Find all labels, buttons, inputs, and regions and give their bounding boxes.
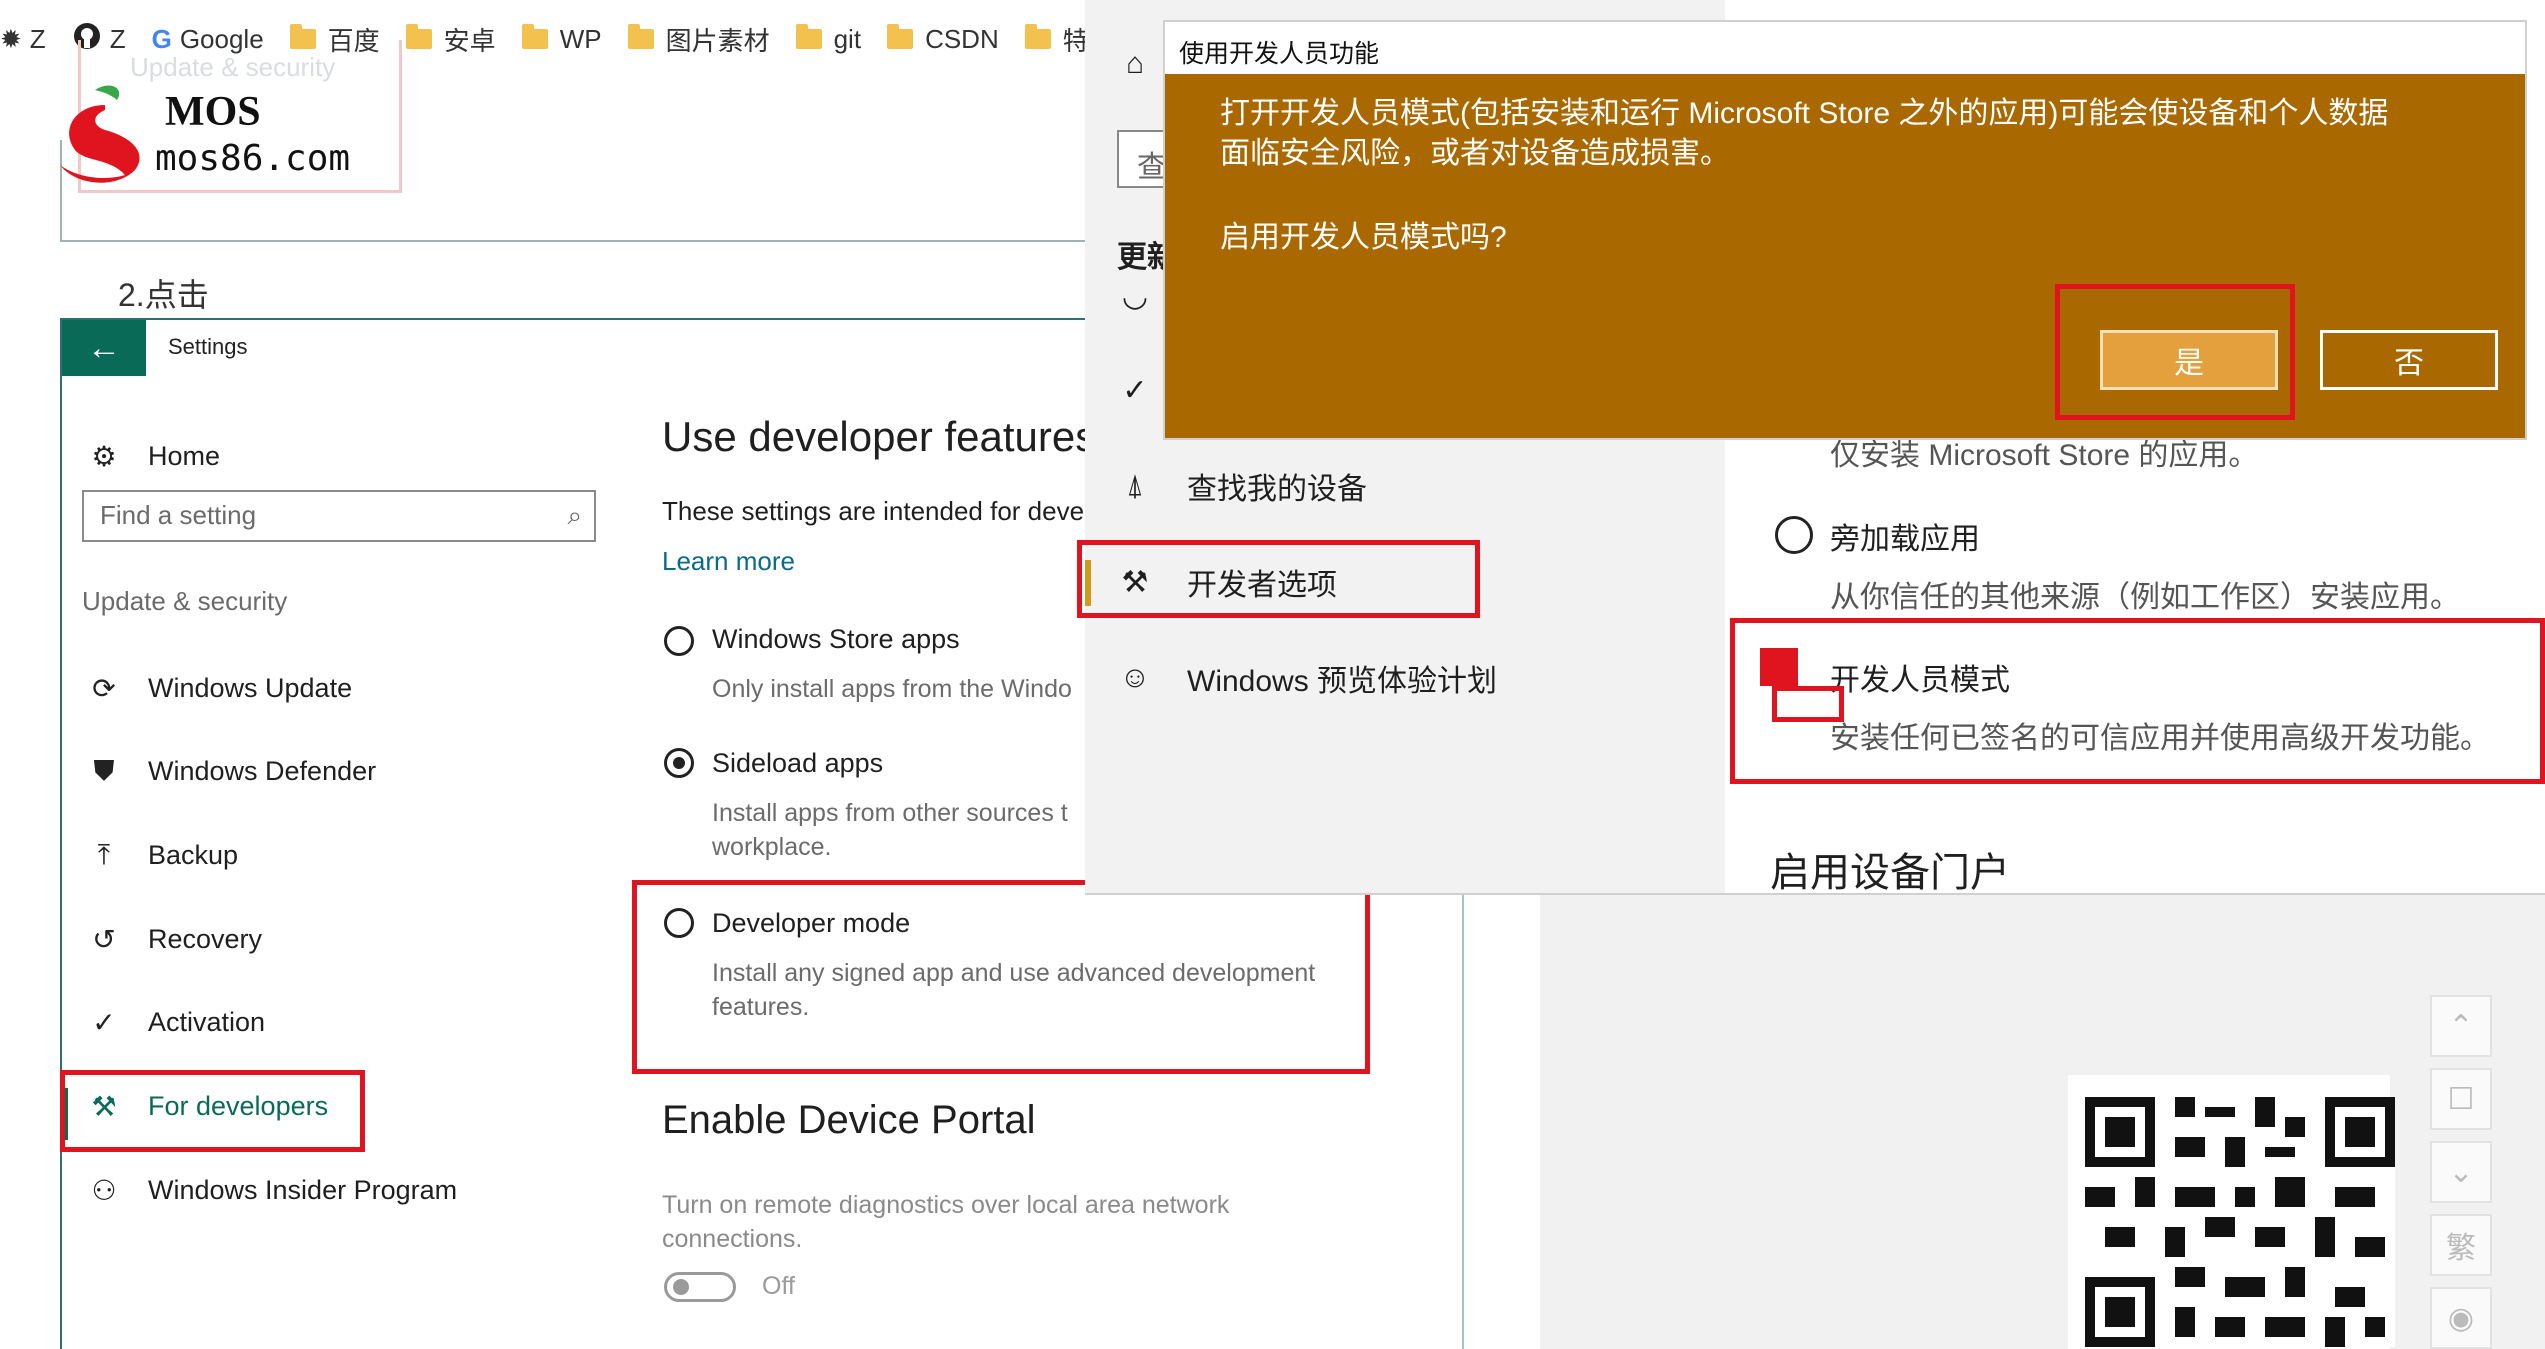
radio-sideload-zh[interactable] — [1775, 516, 1813, 554]
bookmark-wp[interactable]: WP — [521, 24, 602, 55]
developer-mode-dialog: 使用开发人员功能 打开开发人员模式(包括安装和运行 Microsoft Stor… — [1163, 20, 2527, 440]
folder-icon — [887, 24, 914, 49]
device-portal-heading: Enable Device Portal — [662, 1098, 1036, 1142]
folder-icon — [405, 24, 432, 49]
insider-cat-icon: ☺ — [1119, 661, 1151, 694]
back-arrow-icon: ← — [87, 328, 121, 367]
dialog-title: 使用开发人员功能 — [1165, 22, 2525, 74]
history-icon: ↺ — [92, 923, 116, 955]
page-description: These settings are intended for deve — [662, 496, 1085, 526]
radio-sideload-apps[interactable] — [664, 748, 694, 778]
option-sideload-desc-zh: 从你信任的其他来源（例如工作区）安装应用。 — [1830, 581, 2460, 614]
folder-icon — [795, 24, 822, 49]
learn-more-link[interactable]: Learn more — [662, 546, 795, 577]
bookmark-effects[interactable]: 特效 — [1024, 21, 1085, 58]
person-icon: ⚇ — [91, 1174, 117, 1206]
traditional-chinese-button[interactable]: 繁 — [2430, 1214, 2492, 1276]
search-icon: ⌕ — [567, 500, 582, 530]
option-sideload-zh: 旁加载应用 — [1830, 523, 1980, 556]
option-sideload-desc-2: workplace. — [712, 833, 832, 861]
step-label: 2.点击 — [118, 277, 209, 313]
gear-icon: ✹ — [0, 23, 22, 54]
clock-icon: ◡ — [1121, 279, 1149, 313]
search-input[interactable]: Find a setting ⌕ — [82, 490, 596, 542]
highlight-for-developers — [60, 1070, 365, 1152]
home-icon: ⌂ — [1125, 47, 1145, 80]
comment-icon: ☐ — [2447, 1082, 2475, 1116]
option-store-apps: Windows Store apps — [712, 624, 960, 654]
dialog-question: 启用开发人员模式吗? — [1220, 221, 1507, 254]
bookmark-android[interactable]: 安卓 — [405, 21, 496, 58]
shield-icon: ⛊ — [93, 754, 115, 786]
nav-activation[interactable]: ✓ Activation — [84, 1002, 265, 1042]
no-button[interactable]: 否 — [2320, 330, 2498, 390]
nav-insider-zh[interactable]: ☺ Windows 预览体验计划 — [1115, 656, 1497, 700]
gear-icon: ⚙ — [91, 440, 117, 472]
back-button[interactable]: ← — [62, 320, 146, 376]
radio-store-apps[interactable] — [664, 626, 694, 656]
highlight-developer-mode — [632, 880, 1370, 1074]
page-heading: Use developer features — [662, 413, 1097, 460]
folder-icon — [627, 24, 654, 49]
chevron-up-icon: ⌃ — [2448, 1009, 2474, 1043]
highlight-radio-zh — [1772, 686, 1844, 722]
highlight-developer-mode-zh — [1730, 618, 2545, 784]
window-title: Settings — [168, 334, 248, 359]
comment-button[interactable]: ☐ — [2430, 1068, 2492, 1130]
nav-windows-update[interactable]: ⟳ Windows Update — [84, 668, 352, 708]
option-store-apps-desc: Only install apps from the Windo — [712, 675, 1072, 703]
nav-insider-program[interactable]: ⚇ Windows Insider Program — [84, 1170, 457, 1210]
folder-icon — [1024, 24, 1051, 49]
nav-find-device[interactable]: ⍋ 查找我的设备 — [1115, 464, 1367, 508]
scroll-down-button[interactable]: ⌄ — [2430, 1141, 2492, 1203]
bookmark-git[interactable]: git — [795, 24, 861, 55]
nav-windows-defender[interactable]: ⛊ Windows Defender — [84, 751, 376, 791]
qq-button[interactable]: ◉ — [2430, 1287, 2492, 1349]
nav-recovery[interactable]: ↺ Recovery — [84, 919, 262, 959]
qr-code-image — [2085, 1097, 2395, 1347]
logo-brand: MOS — [165, 89, 261, 135]
highlight-yes-button — [2055, 284, 2295, 420]
bookmark-images[interactable]: 图片素材 — [627, 21, 770, 58]
nav-backup[interactable]: ⤒ Backup — [84, 835, 238, 875]
nav-home[interactable]: ⚙ Home — [84, 436, 220, 476]
find-device-icon: ⍋ — [1126, 469, 1144, 502]
bookmark-csdn[interactable]: CSDN — [887, 24, 999, 55]
device-portal-desc: Turn on remote diagnostics over local ar… — [662, 1191, 1230, 1253]
logo-url: mos86.com — [155, 138, 351, 179]
device-portal-toggle[interactable] — [664, 1272, 736, 1302]
chevron-down-icon: ⌄ — [2448, 1155, 2474, 1189]
scroll-top-button[interactable]: ⌃ — [2430, 995, 2492, 1057]
toggle-state-label: Off — [762, 1272, 795, 1300]
check-circle-icon: ✓ — [92, 1006, 116, 1038]
faded-text: Update & security — [130, 52, 336, 82]
section-label: Update & security — [82, 586, 288, 616]
bookmark-z-gear[interactable]: ✹ Z — [0, 24, 46, 55]
option-sideload-desc: Install apps from other sources t — [712, 799, 1068, 827]
option-sideload-apps: Sideload apps — [712, 748, 884, 778]
dialog-message: 打开开发人员模式(包括安装和运行 Microsoft Store 之外的应用)可… — [1220, 97, 2389, 170]
check-circle-icon: ✓ — [1122, 373, 1148, 407]
highlight-developer-options — [1077, 540, 1480, 618]
device-portal-heading-zh: 启用设备门户 — [1770, 851, 2010, 895]
backup-icon: ⤒ — [97, 838, 111, 870]
qq-icon: ◉ — [2447, 1301, 2475, 1335]
refresh-icon: ⟳ — [92, 672, 116, 704]
folder-icon — [521, 24, 548, 49]
